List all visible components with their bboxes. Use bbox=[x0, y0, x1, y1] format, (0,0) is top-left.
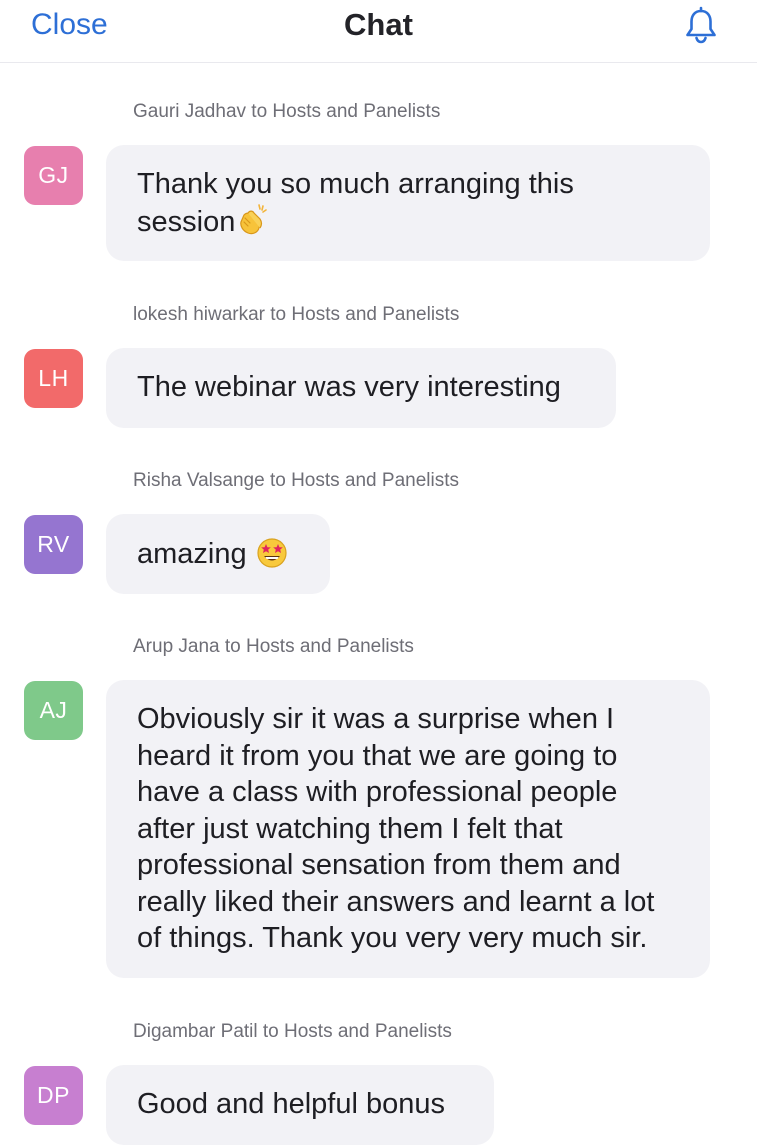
message-text: Good and helpful bonus bbox=[137, 1088, 445, 1120]
message-sender-line: lokesh hiwarkar to Hosts and Panelists bbox=[133, 304, 460, 325]
message-text: amazing bbox=[137, 538, 247, 570]
message-bubble[interactable]: Obviously sir it was a surprise when I h… bbox=[106, 680, 710, 978]
avatar[interactable]: LH bbox=[24, 349, 83, 408]
message-text: The webinar was very interesting bbox=[137, 371, 561, 403]
avatar[interactable]: GJ bbox=[24, 146, 83, 205]
avatar[interactable]: DP bbox=[24, 1066, 83, 1125]
avatar[interactable]: AJ bbox=[24, 681, 83, 740]
message-bubble[interactable]: The webinar was very interesting bbox=[106, 348, 616, 428]
chat-header: Close Chat bbox=[0, 0, 757, 63]
avatar[interactable]: RV bbox=[24, 515, 83, 574]
bell-icon[interactable] bbox=[681, 5, 721, 45]
message-bubble[interactable]: Good and helpful bonus bbox=[106, 1065, 494, 1145]
message-bubble[interactable]: amazing bbox=[106, 514, 330, 594]
star-struck-emoji-icon bbox=[255, 535, 289, 579]
message-bubble[interactable]: Thank you so much arranging this session bbox=[106, 145, 710, 261]
message-sender-line: Arup Jana to Hosts and Panelists bbox=[133, 636, 414, 657]
message-sender-line: Digambar Patil to Hosts and Panelists bbox=[133, 1021, 452, 1042]
clapping-hands-emoji-icon bbox=[235, 203, 269, 247]
message-sender-line: Gauri Jadhav to Hosts and Panelists bbox=[133, 101, 441, 122]
message-text: Thank you so much arranging this session bbox=[137, 168, 574, 238]
page-title: Chat bbox=[344, 7, 413, 42]
message-text: Obviously sir it was a surprise when I h… bbox=[137, 703, 655, 954]
message-sender-line: Risha Valsange to Hosts and Panelists bbox=[133, 470, 459, 491]
